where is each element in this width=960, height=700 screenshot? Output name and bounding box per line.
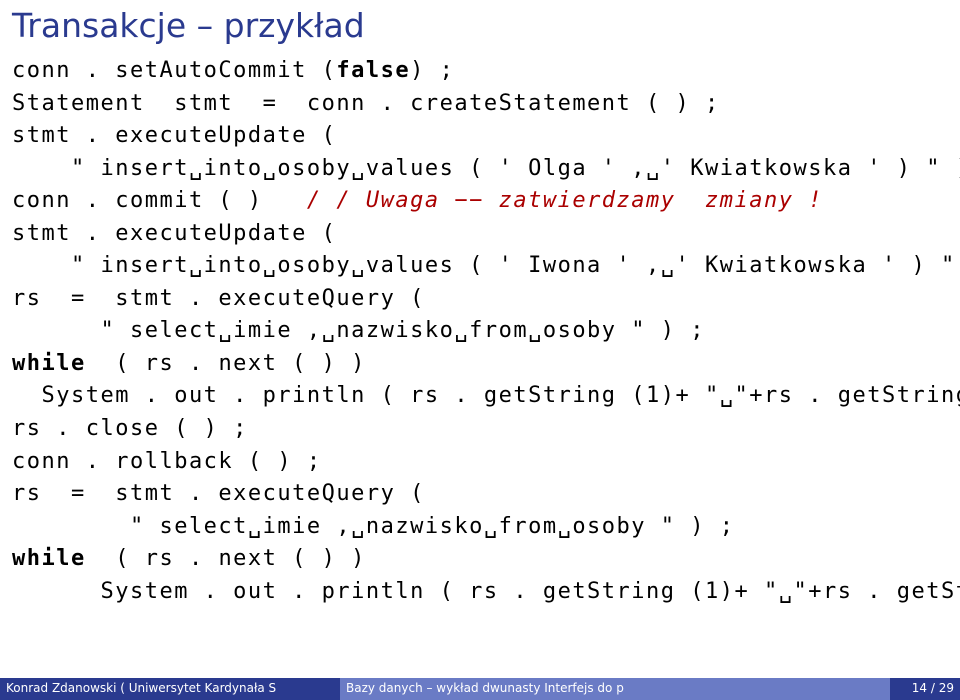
code-line: conn . commit ( ) / / Uwaga −− zatwierdz… xyxy=(12,188,823,213)
code-line: while ( rs . next ( ) ) xyxy=(12,546,366,571)
code-line: " select␣imie ,␣nazwisko␣from␣osoby " ) … xyxy=(12,318,705,343)
code-line: while ( rs . next ( ) ) xyxy=(12,351,366,376)
code-line: rs . close ( ) ; xyxy=(12,416,248,441)
code-line: " insert␣into␣osoby␣values ( ' Olga ' ,␣… xyxy=(12,156,960,181)
footer: Konrad Zdanowski ( Uniwersytet Kardynała… xyxy=(0,678,960,700)
code-block: conn . setAutoCommit (false) ; Statement… xyxy=(0,55,960,608)
code-line: Statement stmt = conn . createStatement … xyxy=(12,91,720,116)
code-line: stmt . executeUpdate ( xyxy=(12,221,336,246)
code-line: rs = stmt . executeQuery ( xyxy=(12,286,425,311)
code-line: rs = stmt . executeQuery ( xyxy=(12,481,425,506)
code-line: " insert␣into␣osoby␣values ( ' Iwona ' ,… xyxy=(12,253,960,278)
code-line: System . out . println ( rs . getString … xyxy=(12,579,960,604)
code-line: System . out . println ( rs . getString … xyxy=(12,383,960,408)
footer-title: Bazy danych – wykład dwunasty Interfejs … xyxy=(340,678,890,700)
slide-title: Transakcje – przykład xyxy=(0,0,960,55)
code-line: conn . setAutoCommit (false) ; xyxy=(12,58,454,83)
code-line: stmt . executeUpdate ( xyxy=(12,123,336,148)
footer-author: Konrad Zdanowski ( Uniwersytet Kardynała… xyxy=(0,678,340,700)
footer-page: 14 / 29 xyxy=(890,678,960,700)
code-line: " select␣imie ,␣nazwisko␣from␣osoby " ) … xyxy=(12,514,735,539)
code-line: conn . rollback ( ) ; xyxy=(12,449,322,474)
slide: Transakcje – przykład conn . setAutoComm… xyxy=(0,0,960,700)
